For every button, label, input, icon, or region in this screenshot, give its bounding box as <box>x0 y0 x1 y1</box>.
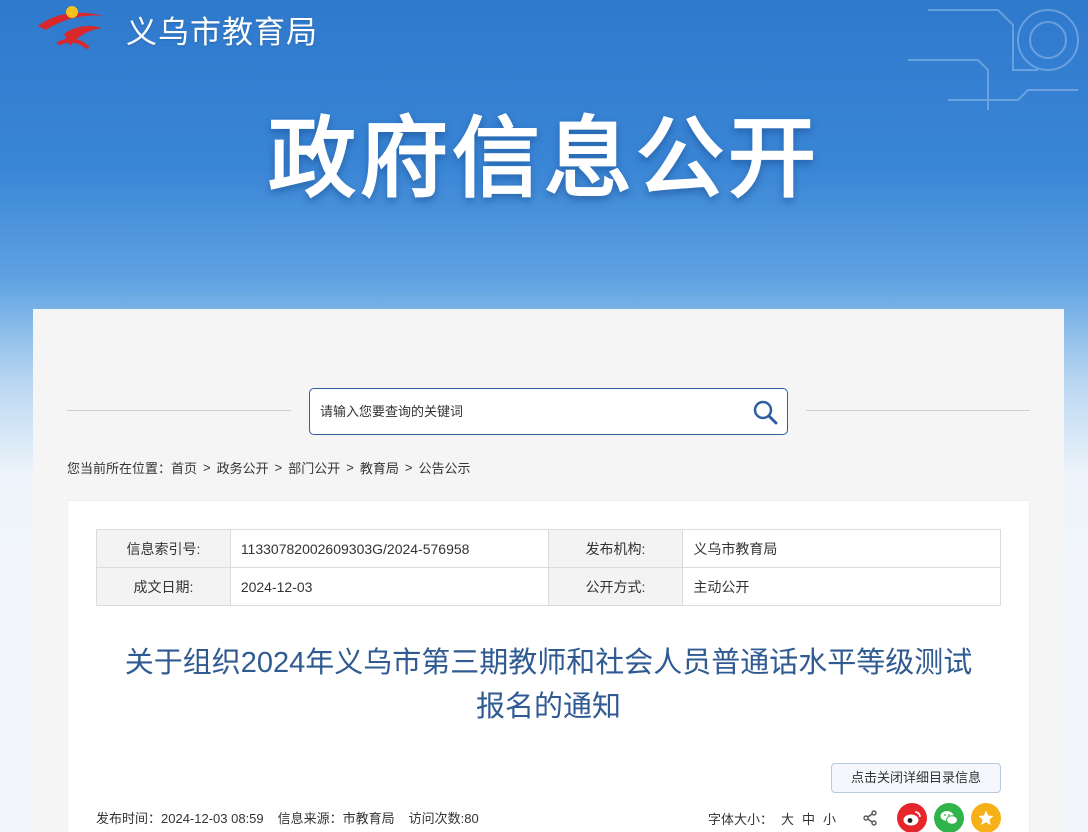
search-input[interactable] <box>310 389 743 434</box>
breadcrumb-announcements[interactable]: 公告公示 <box>418 458 470 477</box>
breadcrumb-home[interactable]: 首页 <box>171 458 197 477</box>
favorite-button[interactable] <box>971 803 1001 832</box>
breadcrumb-separator: > <box>346 460 354 475</box>
site-name: 义乌市教育局 <box>126 14 318 50</box>
yiwu-education-logo <box>38 6 104 50</box>
font-size-large[interactable]: 大 <box>781 809 794 828</box>
breadcrumb-prefix: 您当前所在位置： <box>67 461 172 476</box>
search-button[interactable] <box>743 389 787 434</box>
breadcrumb-departments[interactable]: 部门公开 <box>288 458 340 477</box>
article-card: 信息索引号: 11330782002609303G/2024-576958 发布… <box>67 500 1030 832</box>
article-title: 关于组织2024年义乌市第三期教师和社会人员普通话水平等级测试 报名的通知 <box>96 641 1001 729</box>
breadcrumb-separator: > <box>404 460 413 475</box>
meta-row: 成文日期: 2024-12-03 公开方式: 主动公开 <box>96 567 1001 606</box>
info-source: 信息来源：市教育局 <box>277 810 395 826</box>
disclosure-mode-value: 主动公开 <box>682 567 1001 606</box>
main-panel: 您当前所在位置： 首页 > 政务公开 > 部门公开 > 教育局 > 公告公示 信… <box>33 309 1064 832</box>
breadcrumb-gov-affairs[interactable]: 政务公开 <box>217 458 269 477</box>
disclosure-mode-label: 公开方式: <box>547 567 684 606</box>
doc-date-value: 2024-12-03 <box>229 567 549 606</box>
weibo-icon <box>903 811 921 826</box>
toggle-catalog-button[interactable]: 点击关闭详细目录信息 <box>831 763 1001 793</box>
breadcrumb-education-bureau[interactable]: 教育局 <box>360 458 399 477</box>
font-size-medium[interactable]: 中 <box>802 809 815 828</box>
breadcrumb-separator: > <box>203 460 211 475</box>
article-title-line-2: 报名的通知 <box>475 691 621 723</box>
visit-count: 访问次数:80 <box>408 810 479 826</box>
font-size-small[interactable]: 小 <box>823 809 836 828</box>
breadcrumb: 您当前所在位置： 首页 > 政务公开 > 部门公开 > 教育局 > 公告公示 <box>67 458 470 477</box>
share-wechat-button[interactable] <box>934 803 964 832</box>
article-info-bar: 发布时间：2024-12-03 08:59 信息来源：市教育局 访问次数:80 … <box>96 803 1001 832</box>
search-bar <box>309 388 788 435</box>
search-divider-right <box>806 410 1030 411</box>
article-tools: 字体大小： 大 中 小 <box>708 803 1001 832</box>
index-number-value: 11330782002609303G/2024-576958 <box>229 529 549 568</box>
wechat-icon <box>940 811 958 825</box>
article-title-line-1: 关于组织2024年义乌市第三期教师和社会人员普通话水平等级测试 <box>124 647 973 679</box>
info-meta-table: 信息索引号: 11330782002609303G/2024-576958 发布… <box>96 529 1001 606</box>
publisher-label: 发布机构: <box>547 529 684 568</box>
publisher-value: 义乌市教育局 <box>682 529 1001 568</box>
search-divider-left <box>67 410 291 411</box>
search-icon <box>753 400 778 424</box>
doc-date-label: 成文日期: <box>96 567 231 606</box>
index-number-label: 信息索引号: <box>96 529 231 568</box>
page-hero-title: 政府信息公开 <box>267 107 820 210</box>
font-size-label: 字体大小： <box>707 811 773 827</box>
share-icon[interactable] <box>862 810 878 826</box>
site-brand[interactable]: 义乌市教育局 <box>34 4 318 54</box>
share-weibo-button[interactable] <box>897 803 927 832</box>
star-icon <box>978 810 994 825</box>
meta-row: 信息索引号: 11330782002609303G/2024-576958 发布… <box>96 529 1001 568</box>
breadcrumb-separator: > <box>274 460 283 475</box>
publish-time: 发布时间：2024-12-03 08:59 <box>96 810 264 826</box>
